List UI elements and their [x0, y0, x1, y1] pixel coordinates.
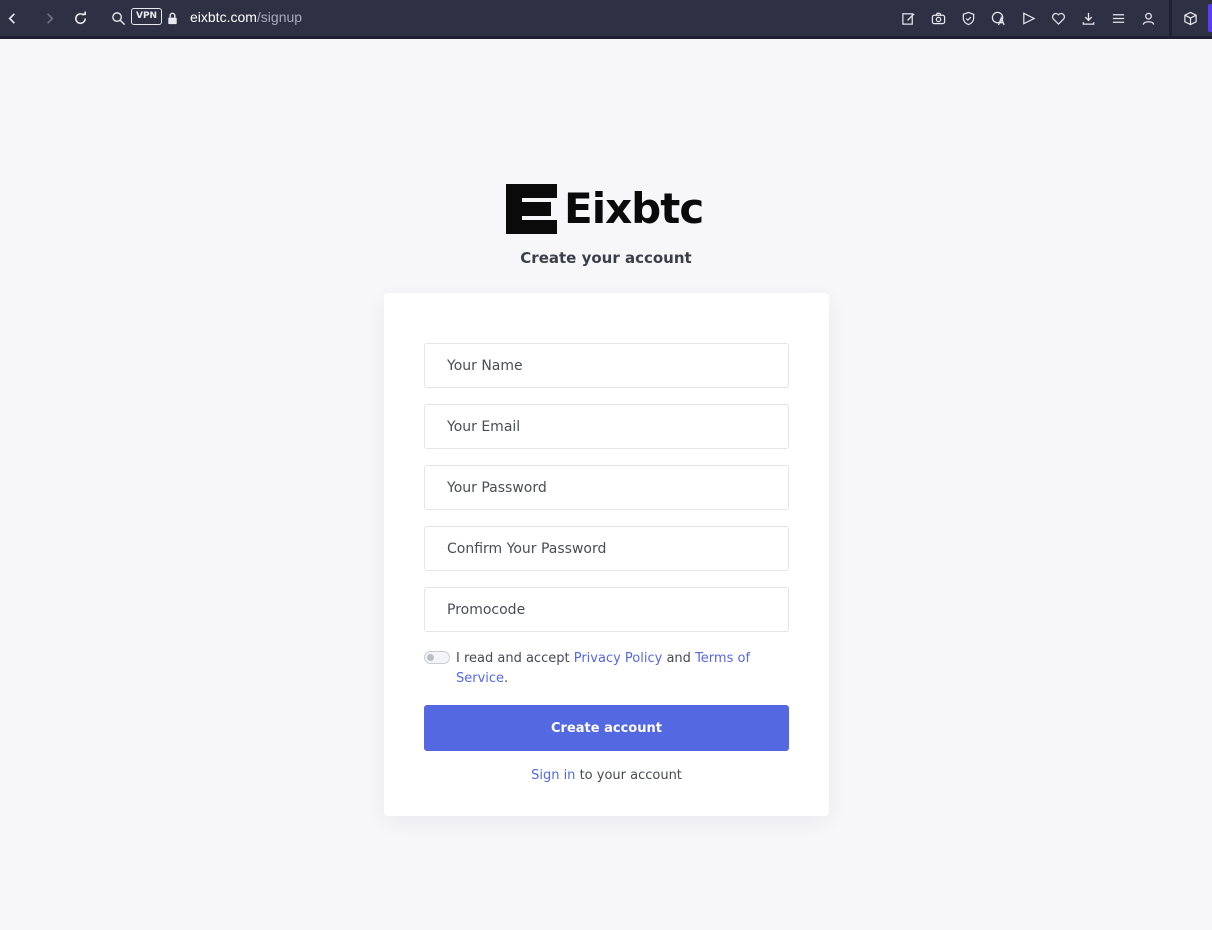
- brand-logo: Eixbtc: [506, 184, 704, 234]
- url-path: /signup: [256, 9, 303, 25]
- camera-icon[interactable]: [928, 8, 948, 28]
- url-host: eixbtc.com: [190, 9, 257, 25]
- toggle-knob: [427, 654, 434, 661]
- send-icon[interactable]: [1018, 8, 1038, 28]
- shield-icon[interactable]: [958, 8, 978, 28]
- accept-and: and: [666, 651, 691, 666]
- toolbar-divider: [1169, 0, 1172, 36]
- browser-toolbar: VPN eixbtc.com/signup: [0, 0, 1212, 36]
- create-account-button[interactable]: Create account: [424, 705, 789, 751]
- brand-name: Eixbtc: [564, 184, 704, 233]
- signin-suffix: to your account: [579, 768, 682, 783]
- vpn-badge[interactable]: VPN: [131, 8, 163, 25]
- page-subtitle: Create your account: [520, 249, 692, 267]
- toolbar-bottom-border: [0, 36, 1212, 39]
- lock-icon[interactable]: [162, 8, 182, 28]
- search-icon[interactable]: [108, 8, 128, 28]
- menu-icon[interactable]: [1108, 8, 1128, 28]
- name-field[interactable]: [424, 343, 789, 388]
- back-icon[interactable]: [2, 8, 22, 28]
- sign-in-link[interactable]: Sign in: [531, 768, 575, 783]
- translate-icon[interactable]: [988, 8, 1008, 28]
- password-field[interactable]: [424, 465, 789, 510]
- download-icon[interactable]: [1078, 8, 1098, 28]
- accept-terms-toggle[interactable]: [424, 651, 450, 664]
- extension-cube-icon[interactable]: [1180, 8, 1200, 28]
- address-bar[interactable]: eixbtc.com/signup: [190, 8, 302, 26]
- edit-icon[interactable]: [898, 8, 918, 28]
- signin-row: Sign in to your account: [384, 768, 829, 783]
- profile-icon[interactable]: [1138, 8, 1158, 28]
- privacy-policy-link[interactable]: Privacy Policy: [574, 651, 663, 666]
- heart-icon[interactable]: [1048, 8, 1068, 28]
- brand-logo-mark-icon: [506, 184, 557, 234]
- sidebar-edge-accent: [1208, 4, 1212, 32]
- confirm-password-field[interactable]: [424, 526, 789, 571]
- forward-icon[interactable]: [39, 8, 59, 28]
- accept-prefix: I read and accept: [456, 651, 570, 666]
- reload-icon[interactable]: [70, 8, 90, 28]
- promocode-field[interactable]: [424, 587, 789, 632]
- accept-period: .: [504, 671, 509, 686]
- signup-card: I read and accept Privacy Policy and Ter…: [384, 293, 829, 816]
- email-field[interactable]: [424, 404, 789, 449]
- accept-terms-text: I read and accept Privacy Policy and Ter…: [456, 649, 786, 689]
